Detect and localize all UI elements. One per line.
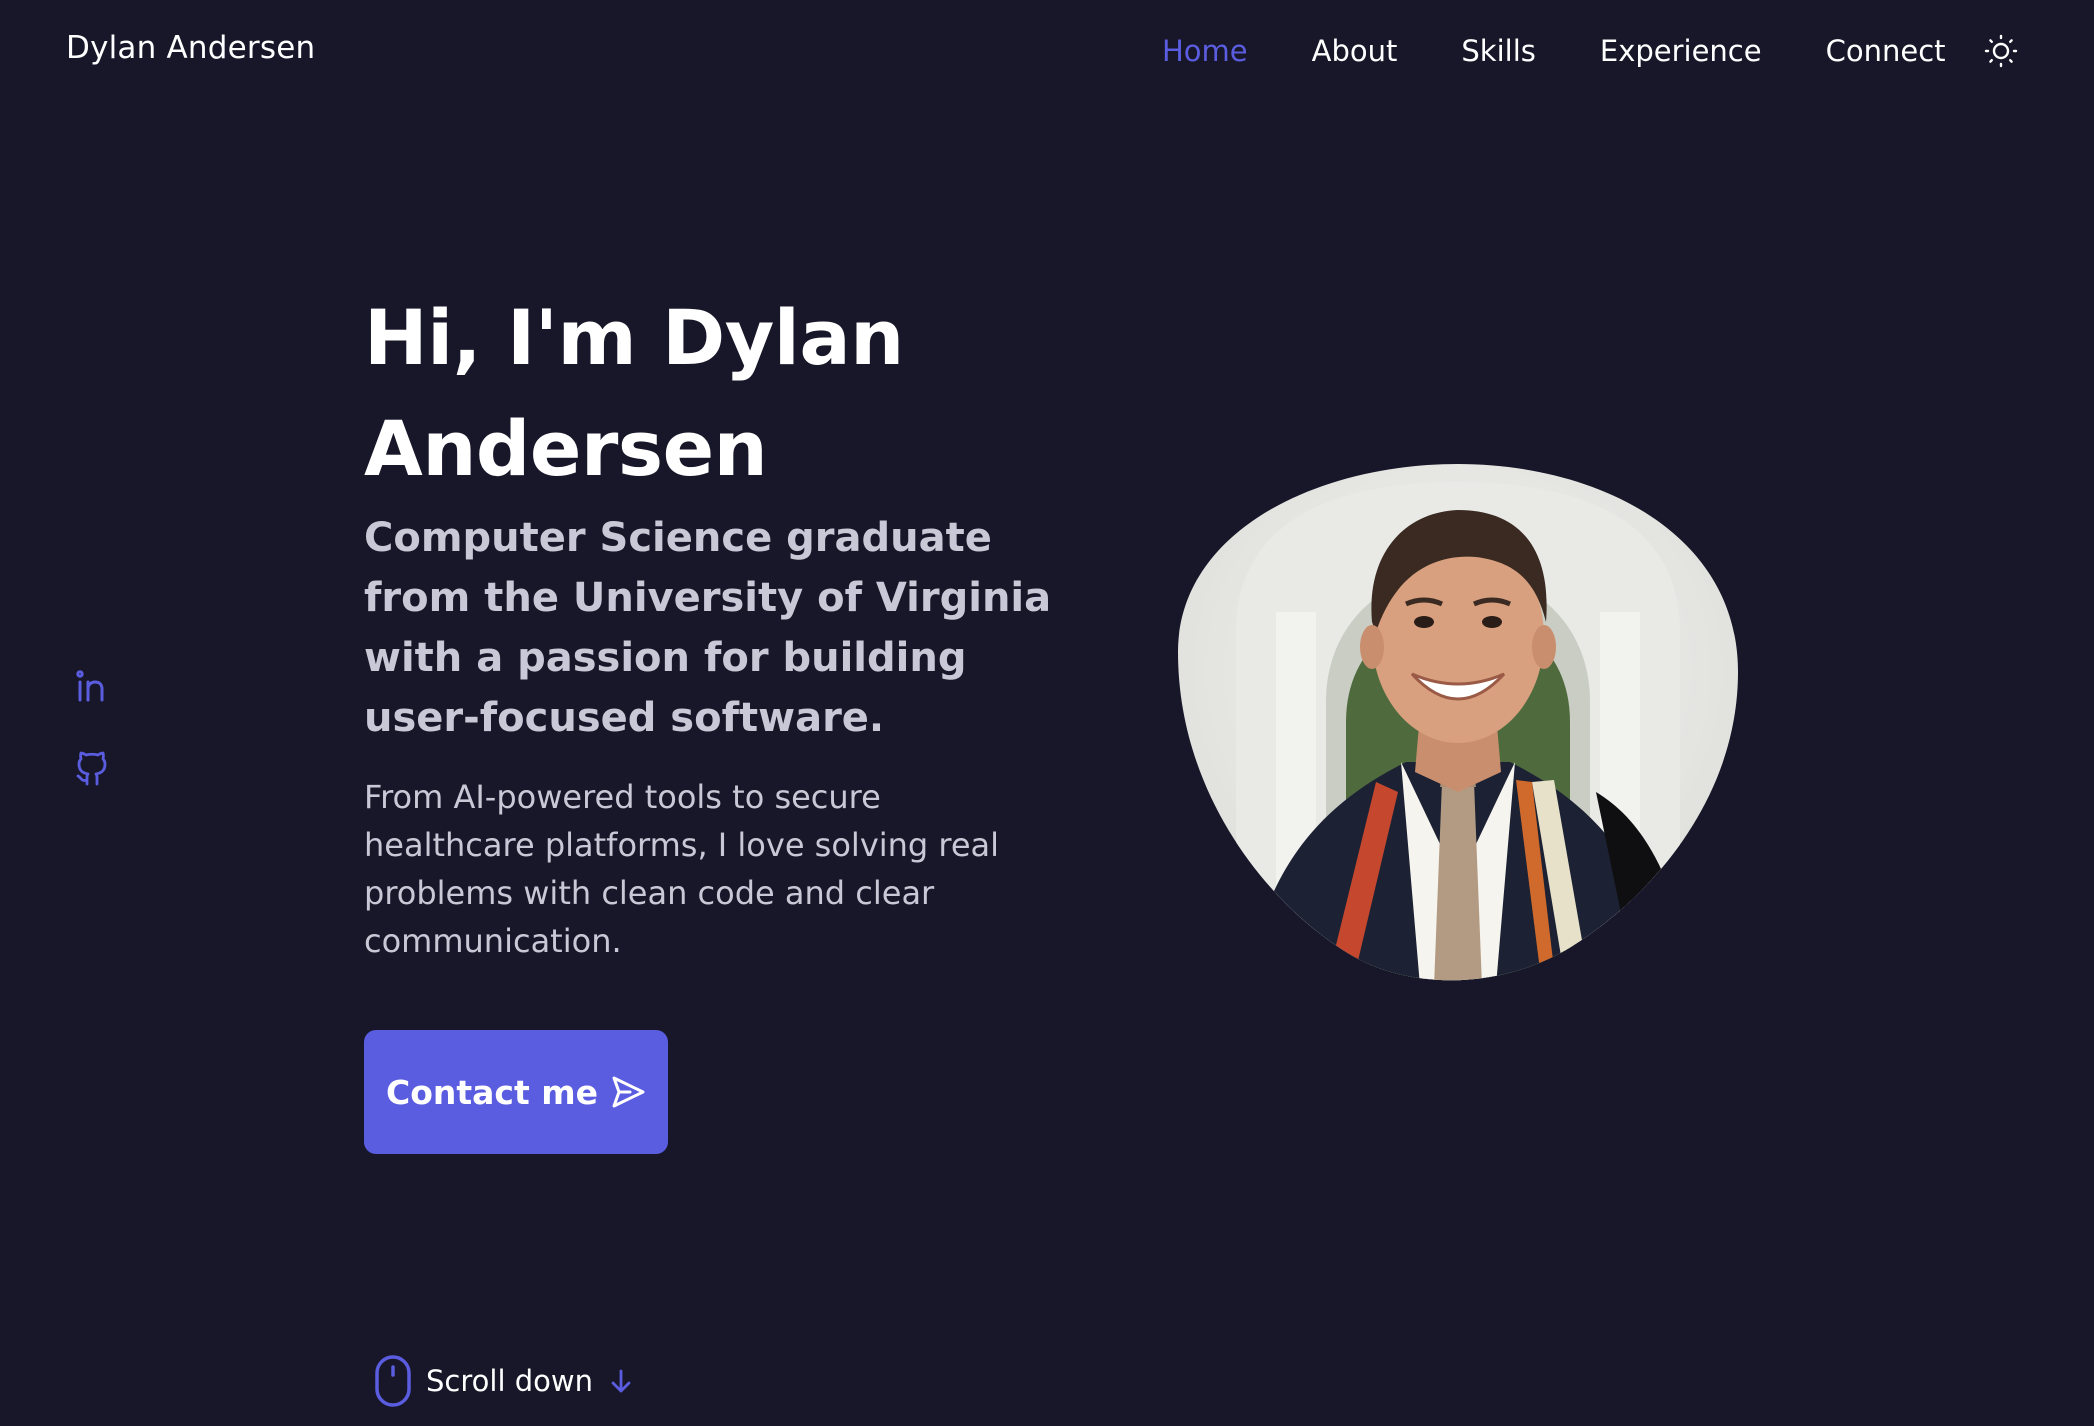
scroll-down-label: Scroll down — [426, 1364, 593, 1398]
nav-experience[interactable]: Experience — [1600, 30, 1762, 72]
nav-skills[interactable]: Skills — [1461, 30, 1535, 72]
sun-icon — [1984, 34, 2017, 68]
send-icon — [612, 1076, 645, 1108]
github-link[interactable] — [74, 748, 110, 788]
nav-about[interactable]: About — [1312, 30, 1398, 72]
top-header: Dylan Andersen Home About Skills Experie… — [0, 0, 2094, 104]
linkedin-icon — [76, 670, 104, 702]
main-nav: Home About Skills Experience Connect — [1162, 30, 2022, 72]
contact-me-button[interactable]: Contact me — [364, 1030, 668, 1154]
site-logo[interactable]: Dylan Andersen — [66, 30, 315, 66]
github-icon — [76, 751, 107, 786]
mouse-icon — [375, 1355, 411, 1407]
scroll-down-link[interactable]: Scroll down — [374, 1354, 635, 1408]
contact-me-label: Contact me — [385, 1072, 599, 1112]
linkedin-link[interactable] — [74, 668, 110, 708]
social-links — [74, 668, 110, 788]
nav-home[interactable]: Home — [1162, 30, 1248, 72]
profile-photo — [1176, 462, 1740, 986]
hero-description: From AI-powered tools to secure healthca… — [364, 778, 1000, 960]
theme-toggle-button[interactable] — [1980, 30, 2022, 72]
hero-title: Hi, I'm Dylan Andersen — [364, 293, 904, 493]
portfolio-page: Dylan Andersen Home About Skills Experie… — [0, 0, 2094, 1426]
arrow-down-icon — [611, 1369, 631, 1393]
hero-subtitle: Computer Science graduate from the Unive… — [364, 515, 1052, 741]
nav-connect[interactable]: Connect — [1826, 30, 1946, 72]
